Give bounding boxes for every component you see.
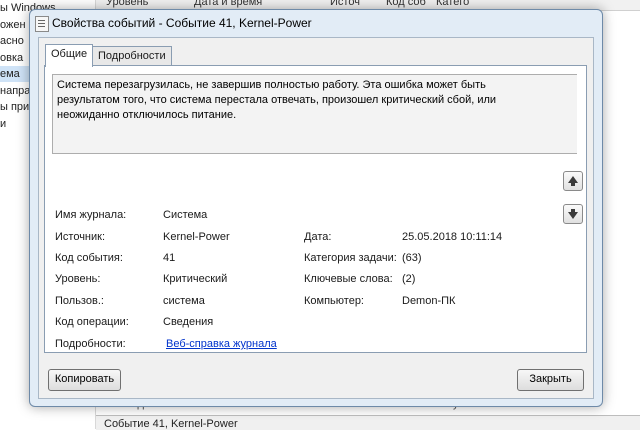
dialog-titlebar[interactable]: Свойства событий - Событие 41, Kernel-Po…: [30, 10, 602, 36]
keywords-value: (2): [402, 273, 416, 285]
column-header-date[interactable]: Дата и время: [194, 0, 262, 8]
arrow-up-icon: [568, 176, 578, 186]
level-value: Критический: [163, 273, 228, 285]
general-tab-panel: Система перезагрузилась, не завершив пол…: [44, 65, 587, 353]
computer-label: Компьютер:: [304, 295, 364, 307]
opcode-value: Сведения: [163, 316, 214, 328]
keywords-label: Ключевые слова:: [304, 273, 393, 285]
event-properties-dialog: Свойства событий - Событие 41, Kernel-Po…: [29, 9, 603, 407]
level-label: Уровень:: [55, 273, 101, 285]
tree-item[interactable]: и: [0, 116, 6, 132]
tree-item[interactable]: овка: [0, 50, 23, 66]
log-name-label: Имя журнала:: [55, 209, 127, 221]
tree-item[interactable]: асно: [0, 33, 24, 49]
user-label: Пользов.:: [55, 295, 104, 307]
tree-item[interactable]: ожен: [0, 17, 26, 33]
opcode-label: Код операции:: [55, 316, 129, 328]
event-preview-title: Событие 41, Kernel-Power: [104, 418, 238, 430]
column-header-category[interactable]: Катего: [436, 0, 469, 8]
tab-general[interactable]: Общие: [45, 44, 94, 67]
column-header-level[interactable]: Уровень: [106, 0, 148, 8]
log-name-value: Система: [163, 209, 208, 221]
next-event-button[interactable]: [563, 204, 583, 224]
tree-item[interactable]: напра: [0, 83, 30, 99]
date-label: Дата:: [304, 231, 332, 243]
column-header-event-id[interactable]: Код соб: [386, 0, 426, 8]
event-preview-header: Событие 41, Kernel-Power: [96, 415, 640, 430]
event-log-icon: [35, 16, 49, 32]
event-description-box[interactable]: Система перезагрузилась, не завершив пол…: [52, 74, 577, 154]
source-label: Источник:: [55, 231, 106, 243]
details-label: Подробности:: [55, 338, 126, 350]
task-category-label: Категория задачи:: [304, 252, 397, 264]
event-id-label: Код события:: [55, 252, 123, 264]
online-help-link[interactable]: Веб-справка журнала: [166, 338, 277, 350]
previous-event-button[interactable]: [563, 171, 583, 191]
event-id-value: 41: [163, 252, 176, 264]
close-button[interactable]: Закрыть: [517, 369, 584, 391]
tab-details[interactable]: Подробности: [92, 46, 172, 66]
tree-item[interactable]: ы при: [0, 99, 29, 115]
user-value: система: [163, 295, 205, 307]
task-category-value: (63): [402, 252, 422, 264]
column-header-source[interactable]: Источ: [330, 0, 360, 8]
computer-value: Demon-ПК: [402, 295, 456, 307]
event-description: Система перезагрузилась, не завершив пол…: [57, 79, 497, 121]
copy-button[interactable]: Копировать: [48, 369, 121, 391]
date-value: 25.05.2018 10:11:14: [402, 231, 503, 243]
arrow-down-icon: [568, 209, 578, 219]
dialog-title: Свойства событий - Событие 41, Kernel-Po…: [52, 16, 312, 30]
source-value: Kernel-Power: [163, 231, 230, 243]
dialog-client-area: Общие Подробности Система перезагрузилас…: [38, 37, 594, 399]
